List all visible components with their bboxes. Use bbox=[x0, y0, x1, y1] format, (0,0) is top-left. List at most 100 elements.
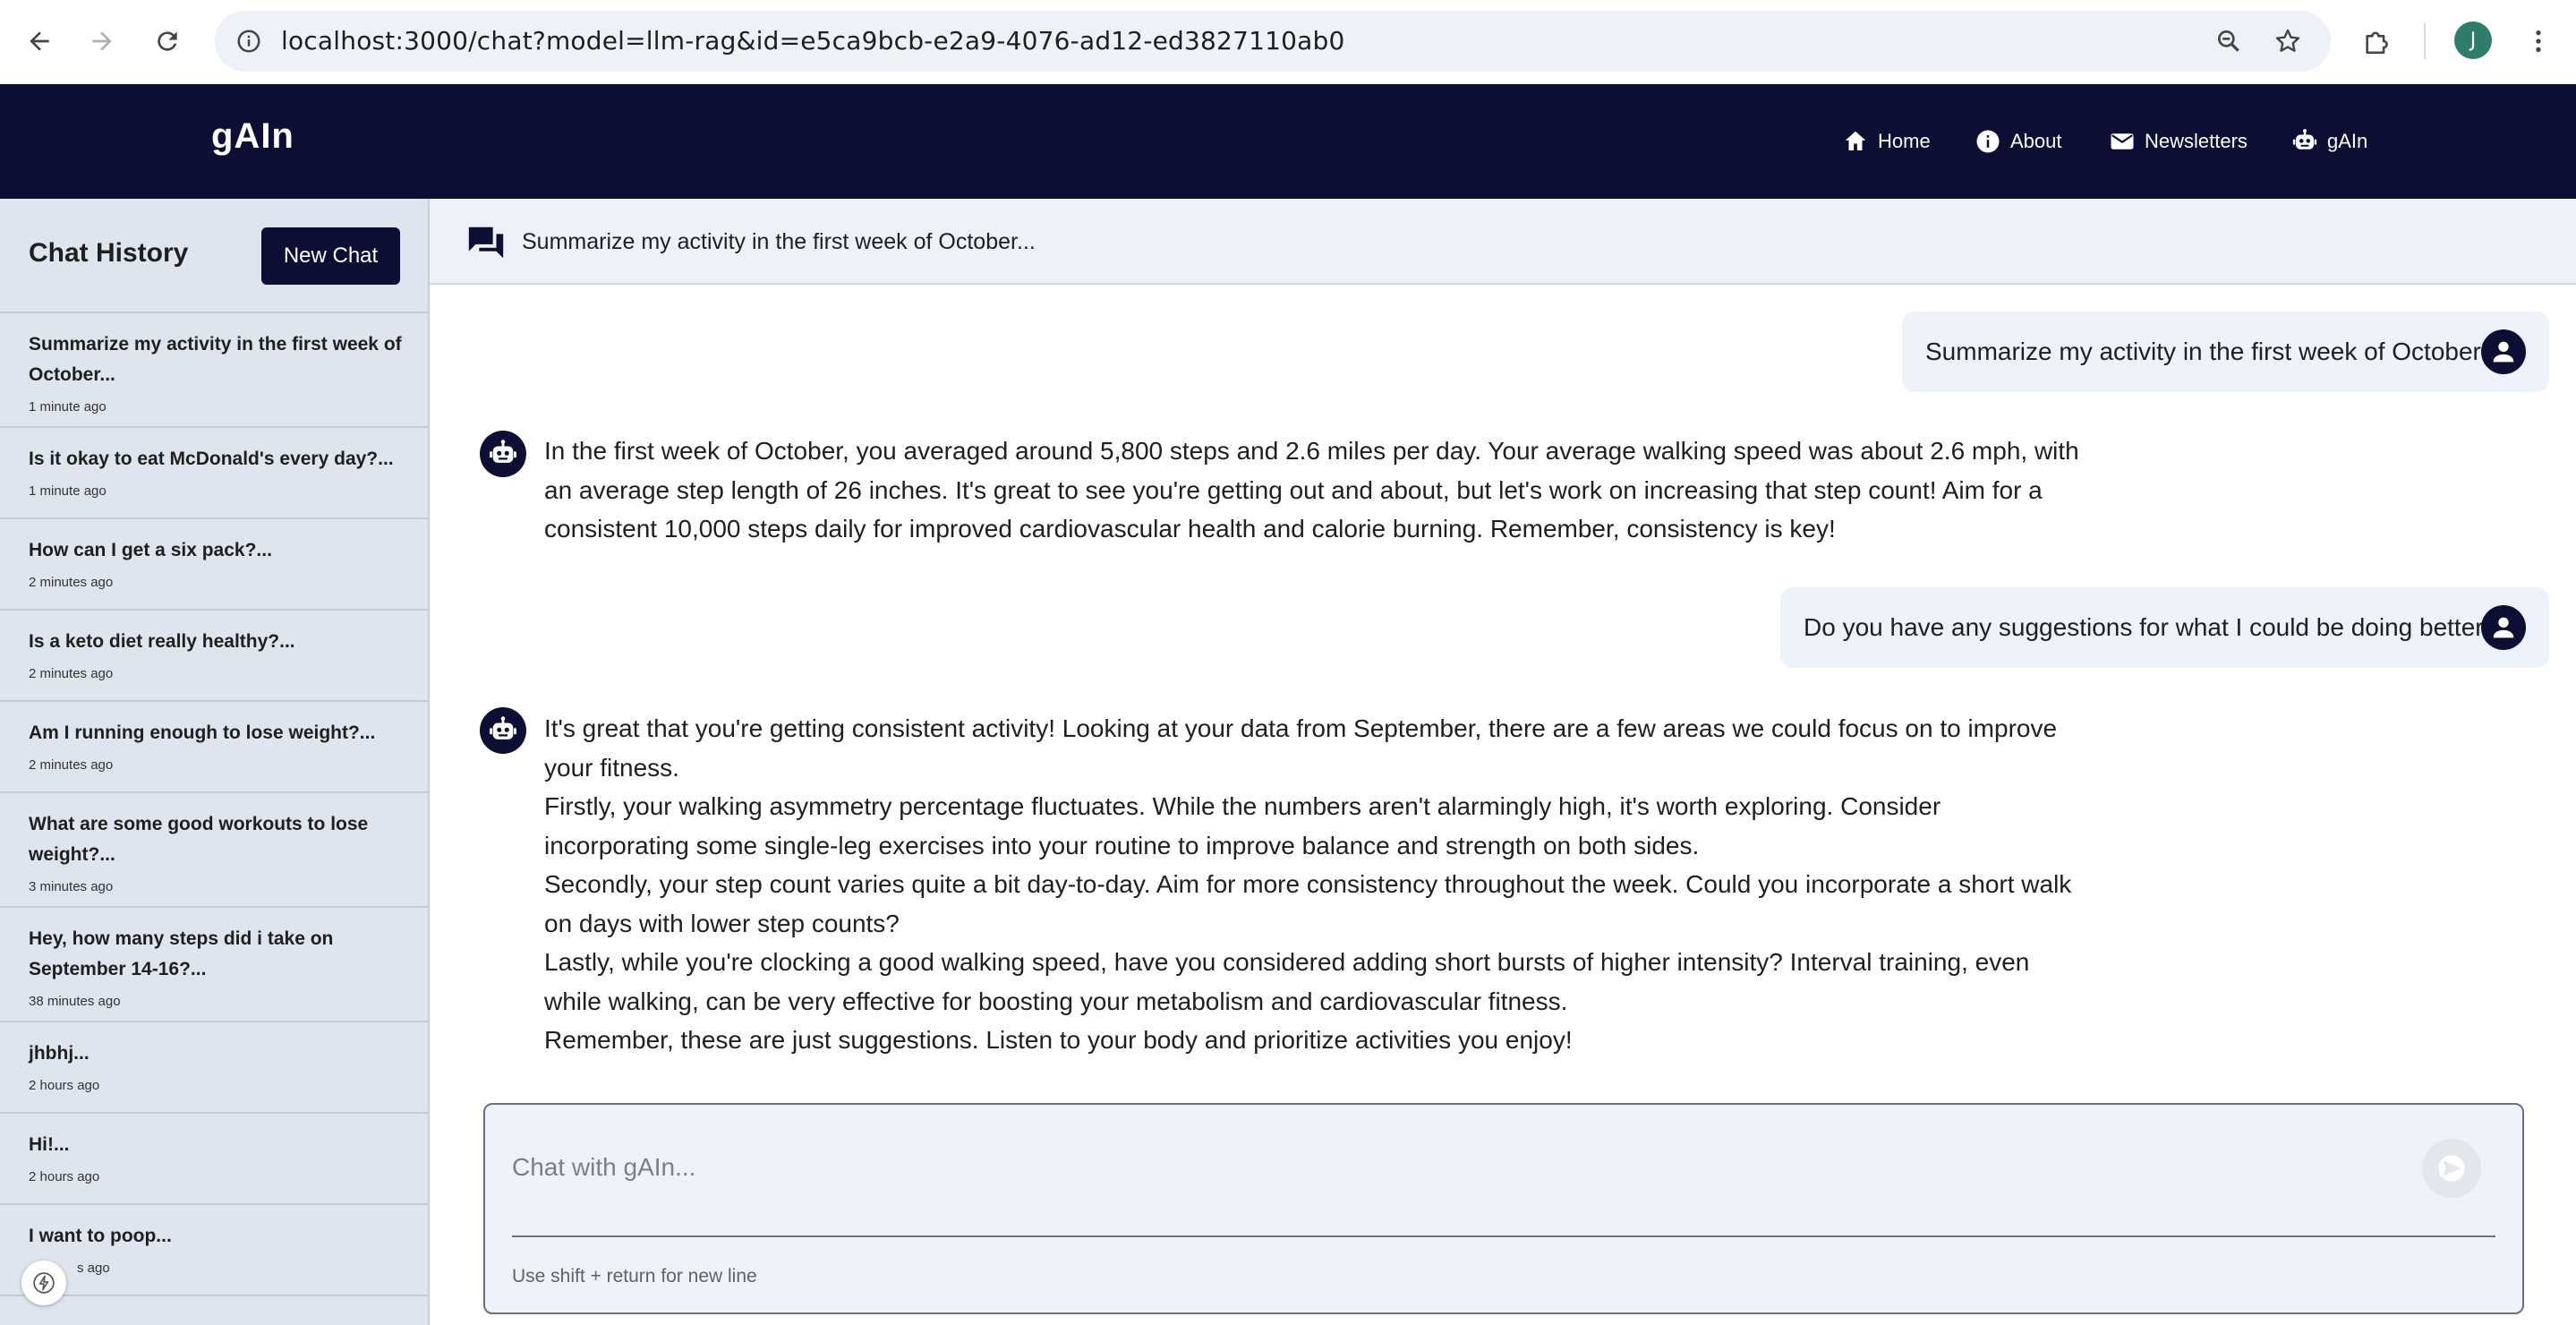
bookmark-button[interactable] bbox=[2266, 20, 2309, 63]
history-item-title: Is it okay to eat McDonald's every day?.… bbox=[29, 449, 394, 469]
home-icon bbox=[1845, 131, 1866, 150]
robot-icon bbox=[490, 716, 516, 739]
assistant-paragraph: Lastly, while you're clocking a good wal… bbox=[544, 948, 2030, 1015]
browser-toolbar: localhost:3000/chat?model=llm-rag&id=e5c… bbox=[0, 0, 2576, 84]
app-header: gAIn Home About Newsletters gAIn bbox=[0, 84, 2576, 199]
history-item[interactable]: Hey, how many steps did i take on Septem… bbox=[0, 908, 428, 1022]
arrow-left-icon bbox=[30, 31, 49, 51]
history-item-title: Hi!... bbox=[29, 1134, 70, 1155]
profile-avatar[interactable]: J bbox=[2454, 21, 2492, 59]
user-message: Do you have any suggestions for what I c… bbox=[1780, 587, 2549, 668]
history-item[interactable]: How can I get a six pack?... 2 minutes a… bbox=[0, 519, 428, 611]
send-icon bbox=[2438, 1155, 2465, 1182]
input-underline bbox=[512, 1235, 2495, 1237]
lightning-icon bbox=[33, 1272, 55, 1294]
send-button[interactable] bbox=[2422, 1139, 2481, 1198]
history-item[interactable]: Hi!... 2 hours ago bbox=[0, 1114, 428, 1205]
nav-newsletters-label: Newsletters bbox=[2145, 130, 2248, 152]
extensions-button[interactable] bbox=[2356, 20, 2399, 63]
toolbar-divider bbox=[2424, 23, 2426, 59]
browser-menu-button[interactable] bbox=[2517, 20, 2560, 63]
assistant-paragraph: Secondly, your step count varies quite a… bbox=[544, 870, 2072, 937]
history-item-title: How can I get a six pack?... bbox=[29, 540, 272, 560]
assistant-paragraph: In the first week of October, you averag… bbox=[544, 437, 2079, 543]
chat-history-list: Summarize my activity in the first week … bbox=[0, 313, 428, 1296]
history-item-time: 3 minutes ago bbox=[29, 879, 114, 894]
chat-title: Summarize my activity in the first week … bbox=[522, 229, 1036, 254]
assistant-message: It's great that you're getting consisten… bbox=[544, 709, 2084, 1060]
assistant-paragraph: It's great that you're getting consisten… bbox=[544, 714, 2058, 782]
nav-home-label: Home bbox=[1878, 130, 1931, 152]
person-icon bbox=[2493, 617, 2514, 638]
robot-icon bbox=[490, 440, 516, 463]
puzzle-icon bbox=[2366, 31, 2388, 55]
history-item-time: 2 hours ago bbox=[29, 1078, 100, 1093]
magnifier-icon bbox=[2218, 30, 2239, 52]
mail-icon bbox=[2111, 133, 2134, 150]
composer-hint: Use shift + return for new line bbox=[512, 1266, 757, 1287]
star-icon bbox=[2275, 29, 2300, 52]
info-icon bbox=[1976, 130, 2000, 153]
new-chat-button[interactable]: New Chat bbox=[261, 227, 400, 285]
history-item[interactable]: Is a keto diet really healthy?... 2 minu… bbox=[0, 611, 428, 702]
history-item-time: 2 minutes ago bbox=[29, 666, 114, 681]
history-item[interactable]: Am I running enough to lose weight?... 2… bbox=[0, 702, 428, 793]
forward-button[interactable] bbox=[81, 20, 124, 63]
history-item[interactable]: Is it okay to eat McDonald's every day?.… bbox=[0, 428, 428, 519]
reload-icon bbox=[158, 31, 177, 51]
history-item[interactable]: Summarize my activity in the first week … bbox=[0, 313, 428, 428]
assistant-paragraph: Firstly, your walking asymmetry percenta… bbox=[544, 792, 1941, 859]
site-info-button[interactable] bbox=[227, 20, 270, 63]
dev-tools-button[interactable] bbox=[21, 1261, 66, 1305]
bot-avatar bbox=[480, 431, 526, 477]
history-item-title: I want to poop... bbox=[29, 1226, 172, 1246]
nav-newsletters[interactable]: Newsletters bbox=[2109, 84, 2248, 199]
chat-bubbles-icon bbox=[468, 227, 504, 259]
url-text[interactable]: localhost:3000/chat?model=llm-rag&id=e5c… bbox=[281, 11, 1344, 72]
history-item-time: 1 minute ago bbox=[29, 399, 107, 415]
history-item-time: 38 minutes ago bbox=[29, 994, 121, 1009]
user-avatar bbox=[2481, 605, 2526, 650]
brand-logo[interactable]: gAIn bbox=[211, 116, 294, 157]
sidebar-title: Chat History bbox=[29, 238, 189, 268]
chat-composer: Use shift + return for new line bbox=[483, 1103, 2524, 1314]
user-message-text: Do you have any suggestions for what I c… bbox=[1804, 613, 2498, 641]
history-item-time: 1 minute ago bbox=[29, 483, 107, 499]
bot-avatar bbox=[480, 707, 526, 754]
history-item[interactable]: What are some good workouts to lose weig… bbox=[0, 793, 428, 908]
history-item-time: 2 minutes ago bbox=[29, 575, 114, 590]
reload-button[interactable] bbox=[146, 20, 189, 63]
history-item-title: Am I running enough to lose weight?... bbox=[29, 722, 376, 743]
nav-gain[interactable]: gAIn bbox=[2291, 84, 2367, 199]
person-icon bbox=[2493, 341, 2514, 363]
address-bar[interactable]: localhost:3000/chat?model=llm-rag&id=e5c… bbox=[215, 11, 2331, 72]
assistant-paragraph: Remember, these are just suggestions. Li… bbox=[544, 1026, 1573, 1054]
back-button[interactable] bbox=[18, 20, 61, 63]
history-item-title: What are some good workouts to lose weig… bbox=[29, 814, 369, 865]
history-item-time: s ago bbox=[77, 1261, 110, 1276]
sidebar-header: Chat History New Chat bbox=[0, 199, 428, 313]
user-avatar bbox=[2481, 329, 2526, 374]
nav-about-label: About bbox=[2010, 130, 2062, 152]
history-item-title: Hey, how many steps did i take on Septem… bbox=[29, 928, 334, 979]
kebab-menu-icon bbox=[2536, 30, 2541, 52]
chat-history-sidebar: Chat History New Chat Summarize my activ… bbox=[0, 199, 430, 1325]
info-circle-icon bbox=[237, 30, 260, 53]
zoom-button[interactable] bbox=[2207, 20, 2250, 63]
nav-gain-label: gAIn bbox=[2327, 130, 2368, 152]
user-message: Summarize my activity in the first week … bbox=[1902, 312, 2549, 392]
history-item-time: 2 hours ago bbox=[29, 1169, 100, 1184]
history-item-title: jhbhj... bbox=[29, 1043, 90, 1064]
history-item-title: Is a keto diet really healthy?... bbox=[29, 631, 295, 652]
nav-about[interactable]: About bbox=[1975, 84, 2062, 199]
arrow-right-icon bbox=[92, 31, 112, 51]
chat-input[interactable] bbox=[512, 1141, 2392, 1194]
robot-icon bbox=[2292, 129, 2317, 150]
history-item-title: Summarize my activity in the first week … bbox=[29, 334, 402, 385]
assistant-message: In the first week of October, you averag… bbox=[544, 432, 2084, 549]
user-message-text: Summarize my activity in the first week … bbox=[1925, 338, 2481, 365]
history-item-time: 2 minutes ago bbox=[29, 757, 114, 773]
history-item[interactable]: jhbhj... 2 hours ago bbox=[0, 1022, 428, 1114]
chat-header: Summarize my activity in the first week … bbox=[430, 199, 2576, 285]
nav-home[interactable]: Home bbox=[1842, 84, 1931, 199]
